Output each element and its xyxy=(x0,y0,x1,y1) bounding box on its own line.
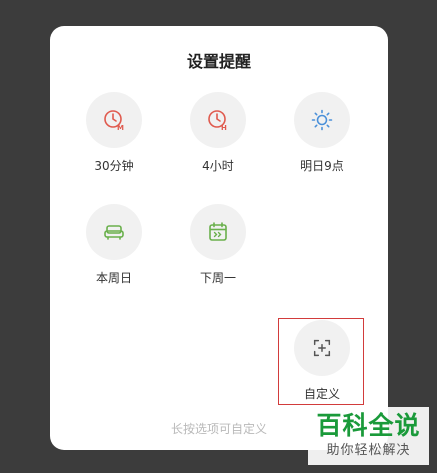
option-label: 自定义 xyxy=(303,387,340,401)
option-label: 下周一 xyxy=(199,271,236,285)
watermark-logo: 百科全说 助你轻松解决 xyxy=(308,407,429,465)
option-label: 30分钟 xyxy=(94,159,134,173)
option-30-minutes[interactable]: M 30分钟 xyxy=(74,92,154,174)
option-this-sunday[interactable]: 本周日 xyxy=(74,204,154,286)
option-next-monday[interactable]: 下周一 xyxy=(178,204,258,286)
option-label: 明日9点 xyxy=(300,159,344,173)
sofa-icon xyxy=(104,225,124,240)
option-tomorrow-9am[interactable]: 明日9点 xyxy=(282,92,362,174)
watermark-main: 百科全说 xyxy=(316,411,421,440)
option-label: 本周日 xyxy=(95,271,132,285)
svg-text:H: H xyxy=(221,124,227,132)
calendar-next-icon xyxy=(209,222,227,241)
reminder-dialog: 设置提醒 M 30分钟 H 4小时 明日9点 本周日 下周一 自定义 长按选项可… xyxy=(50,26,388,450)
custom-add-icon xyxy=(313,339,331,357)
option-4-hours[interactable]: H 4小时 xyxy=(178,92,258,174)
clock-m-icon: M xyxy=(104,110,124,132)
sun-icon xyxy=(311,109,333,131)
option-custom[interactable]: 自定义 xyxy=(282,320,362,402)
dialog-title: 设置提醒 xyxy=(186,52,251,71)
svg-text:M: M xyxy=(117,124,124,132)
watermark-sub: 助你轻松解决 xyxy=(326,443,411,458)
option-label: 4小时 xyxy=(202,159,234,173)
clock-h-icon: H xyxy=(208,110,227,132)
